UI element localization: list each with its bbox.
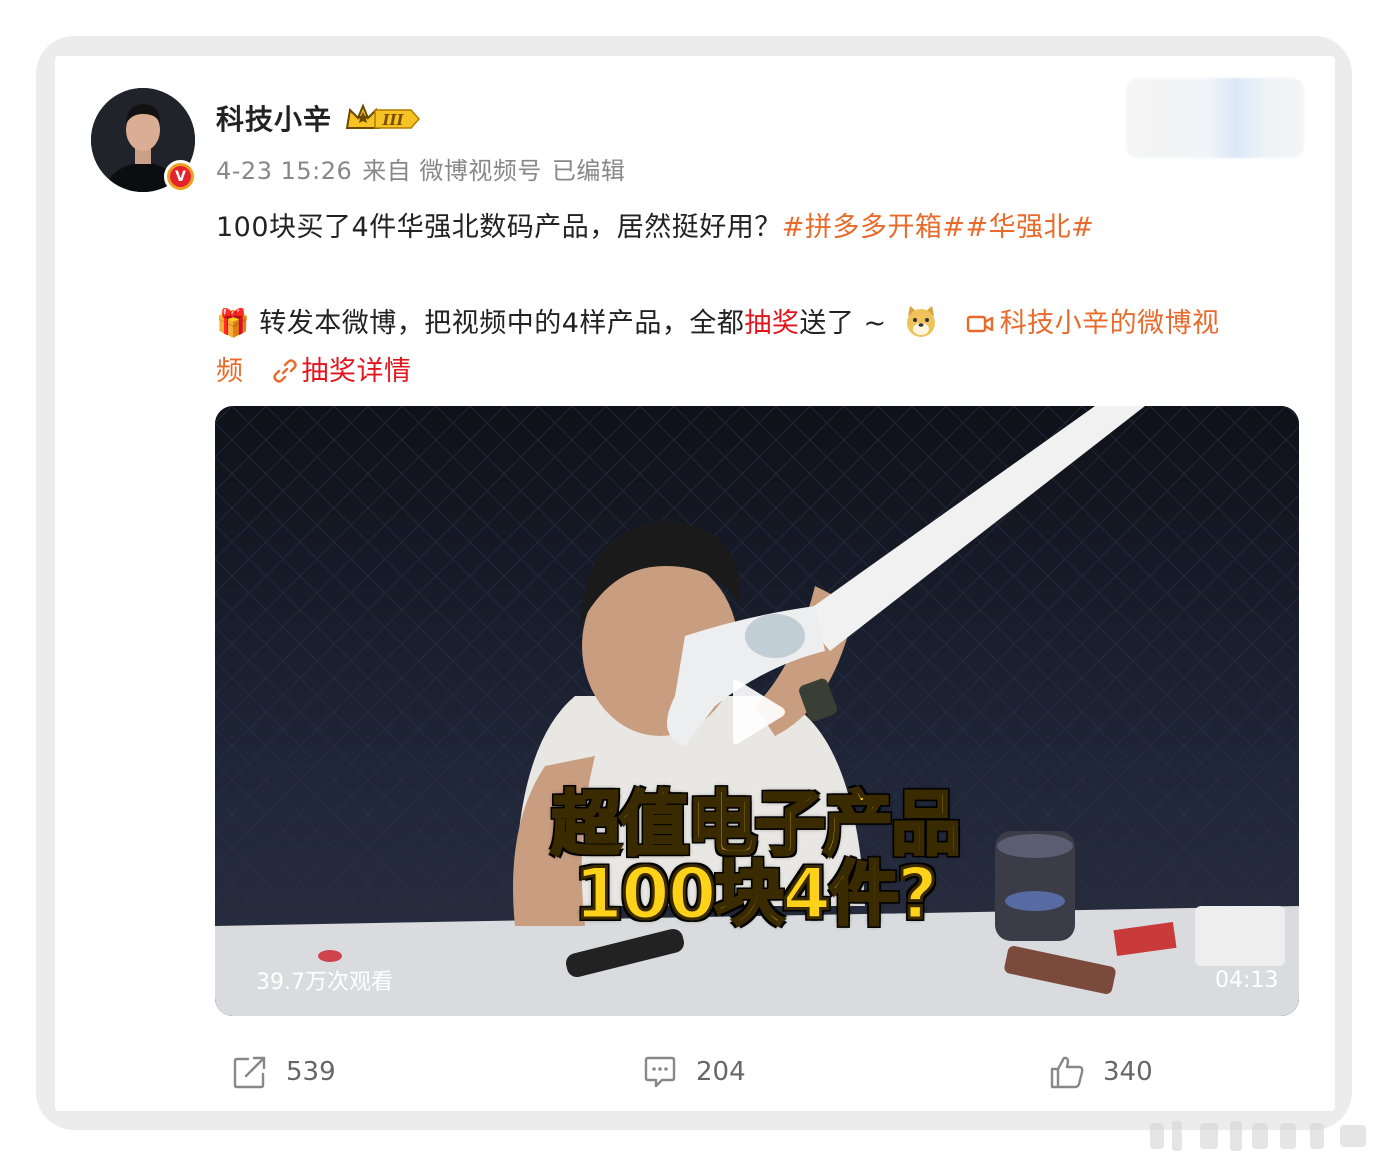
gift-emoji: 🎁 — [216, 308, 251, 339]
repost-icon — [233, 1056, 266, 1089]
crown-level-3-icon: III — [345, 103, 421, 129]
post-meta: 4-23 15:26 来自 微博视频号 已编辑 — [216, 151, 635, 186]
lottery-word: 抽奖 — [744, 308, 800, 339]
comment-button[interactable]: 204 — [642, 1054, 746, 1090]
post-text-line-2: 🎁 转发本微博，把视频中的4样产品，全都抽奖送了 ~ 科技小辛的微博视 — [216, 301, 1220, 340]
video-duration: 04:13 — [1215, 968, 1279, 993]
svg-text:III: III — [381, 111, 404, 129]
lottery-detail-link[interactable]: 抽奖详情 — [302, 356, 412, 387]
like-button[interactable]: 340 — [1049, 1054, 1153, 1090]
post-edited: 已编辑 — [551, 157, 626, 185]
post-source: 来自 微博视频号 — [362, 157, 542, 185]
repost-count: 539 — [286, 1057, 336, 1087]
like-count: 340 — [1103, 1057, 1153, 1087]
video-view-count: 39.7万次观看 — [256, 970, 393, 995]
play-icon[interactable] — [725, 678, 787, 746]
link-icon — [272, 359, 297, 383]
post-text: 送了 ~ — [799, 308, 896, 339]
post-text: 100块买了4件华强北数码产品，居然挺好用？ — [216, 212, 782, 243]
comment-icon — [644, 1056, 676, 1088]
post-timestamp[interactable]: 4-23 15:26 — [216, 157, 352, 185]
video-link[interactable]: 科技小辛的微博视 — [1000, 308, 1220, 339]
video-camera-icon — [966, 315, 993, 333]
author-name[interactable]: 科技小辛 — [216, 98, 332, 138]
watermark-blurred — [1150, 1121, 1366, 1151]
hashtag-links[interactable]: #拼多多开箱##华强北# — [782, 212, 1095, 243]
doge-emoji — [906, 306, 935, 337]
video-caption-line-2: 100块4件? — [573, 852, 939, 937]
comment-count: 204 — [696, 1057, 746, 1087]
thumbs-up-icon — [1050, 1056, 1084, 1089]
post-text: 转发本微博，把视频中的4样产品，全都 — [250, 308, 745, 339]
video-link-continued[interactable]: 频 — [216, 356, 244, 387]
follow-area-blurred[interactable] — [1126, 78, 1304, 158]
post-text-line-1: 100块买了4件华强北数码产品，居然挺好用？#拼多多开箱##华强北# — [216, 205, 1094, 244]
repost-button[interactable]: 539 — [232, 1054, 336, 1090]
verified-v-icon: V — [164, 160, 197, 193]
post-text-line-3: 频 抽奖详情 — [216, 349, 412, 388]
